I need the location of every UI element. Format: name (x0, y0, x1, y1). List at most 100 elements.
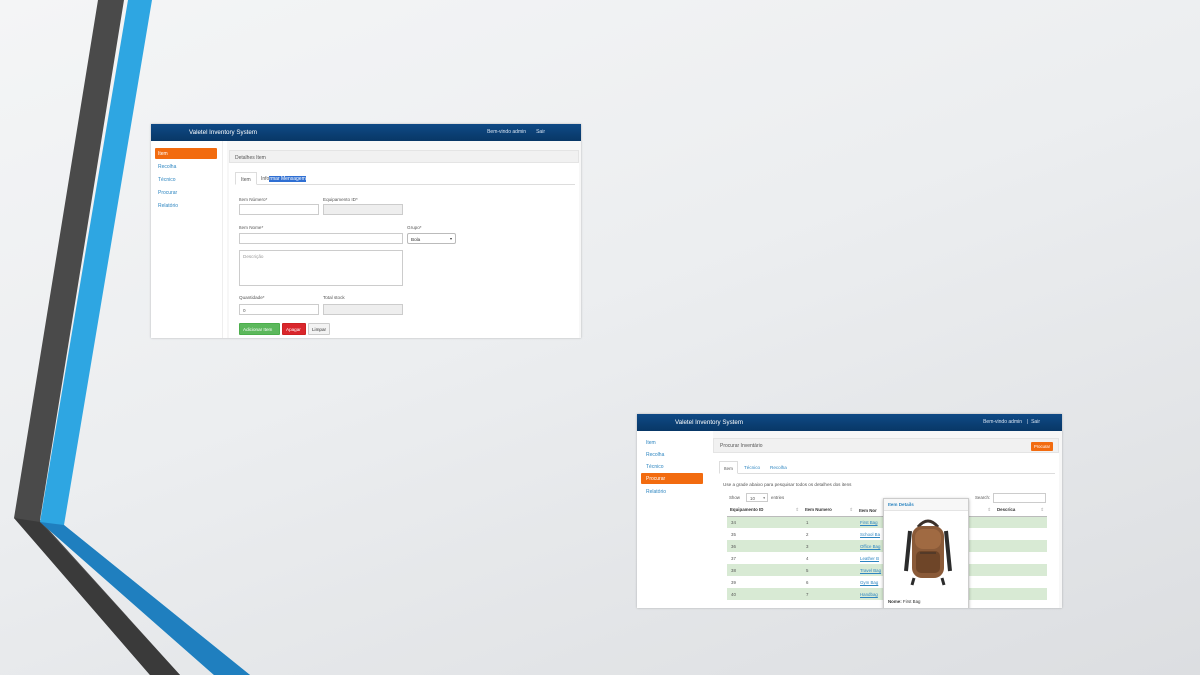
app-title: Valetel Inventory System (675, 419, 743, 426)
sidebar-item-recolha[interactable]: Recolha (155, 161, 217, 172)
total-stock-label: Total stock (323, 295, 345, 300)
item-details-popover: Item Details Nome: First Bag (883, 498, 969, 608)
clear-button[interactable]: Limpar (308, 323, 330, 335)
tab-message[interactable]: Informar Mensagem (256, 172, 311, 185)
sort-icon: ⇕ (987, 507, 991, 513)
cell-item-number: 2 (802, 528, 856, 540)
column-header-equipment-id[interactable]: Equipamento ID ⇕ (727, 505, 802, 517)
cell-item-number: 4 (802, 552, 856, 564)
cell-item-number: 6 (802, 576, 856, 588)
logout-link[interactable]: Sair (536, 129, 545, 135)
equipment-id-label: Equipamento ID* (323, 197, 358, 202)
dark-stripe-lower (14, 518, 180, 675)
popover-item-name: Nome: First Bag (888, 599, 920, 604)
panel-title: Procurar Inventário (720, 443, 763, 449)
column-header-item-number[interactable]: Item Numero ⇕ (802, 505, 856, 517)
popover-name-value: First Bag (902, 599, 921, 604)
cell-description (994, 552, 1047, 564)
cell-description (994, 588, 1047, 600)
item-name-label: Item Nome* (239, 225, 264, 230)
search-hint: Use a grade abaixo para pesquisar todos … (723, 482, 852, 487)
search-inventory-screenshot: Valetel Inventory System Bem-vindo admin… (637, 414, 1062, 608)
page-length-value: 10 (750, 496, 755, 501)
cell-equipment-id: 38 (727, 564, 802, 576)
item-name-input[interactable] (239, 233, 403, 244)
sidebar-item-tecnico[interactable]: Técnico (155, 174, 217, 185)
cell-equipment-id: 35 (727, 528, 802, 540)
navbar-separator: | (1026, 419, 1028, 425)
sidebar-item-tecnico[interactable]: Técnico (641, 461, 703, 472)
tab-message-selected-text: rmar Mensagem (269, 176, 306, 182)
entries-label: entries (771, 495, 785, 500)
tab-item[interactable]: Item (235, 172, 257, 185)
cell-description (994, 564, 1047, 576)
cell-item-number: 1 (802, 516, 856, 528)
main-content: Detalhes Item Item Informar Mensagem Ite… (227, 141, 581, 338)
description-textarea[interactable]: Descrição (239, 250, 403, 286)
tab-item[interactable]: Item (719, 461, 738, 474)
cell-item-number: 3 (802, 540, 856, 552)
chevron-down-icon: ▾ (449, 236, 452, 241)
popover-name-key: Nome: (888, 599, 902, 604)
group-label: Grupo* (407, 225, 422, 230)
sidebar-item-relatorio[interactable]: Relatório (155, 200, 217, 211)
sort-icon: ⇕ (1040, 507, 1044, 513)
cell-equipment-id: 36 (727, 540, 802, 552)
item-number-label: Item Número* (239, 197, 268, 202)
column-header-label: Equipamento ID (730, 507, 764, 513)
sidebar-item-procurar[interactable]: Procurar (641, 473, 703, 484)
sidebar: Item Recolha Técnico Procurar Relatório (637, 431, 709, 608)
quantity-label: Quantidade* (239, 295, 265, 300)
quantity-input[interactable]: 0 (239, 304, 319, 315)
show-label: Show (729, 495, 740, 500)
equipment-id-input[interactable] (323, 204, 403, 215)
tab-bar: Item Informar Mensagem (235, 172, 575, 185)
column-header-label: Descrica (997, 507, 1016, 513)
top-navbar: Valetel Inventory System Bem-vindo admin… (637, 414, 1062, 431)
total-stock-input[interactable] (323, 304, 403, 315)
cell-description (994, 528, 1047, 540)
cell-equipment-id: 39 (727, 576, 802, 588)
cell-item-number: 7 (802, 588, 856, 600)
table-search-label: Search: (975, 495, 991, 500)
column-header-label: Item Numero (805, 507, 832, 513)
column-header-description[interactable]: Descrica ⇕ (994, 505, 1047, 517)
popover-title: Item Details (884, 499, 968, 511)
sidebar-item-recolha[interactable]: Recolha (641, 449, 703, 460)
cell-description (994, 516, 1047, 528)
logout-link[interactable]: Sair (1031, 419, 1040, 425)
table-search-input[interactable] (993, 493, 1046, 503)
chevron-down-icon: ▾ (763, 496, 765, 500)
backpack-image (904, 519, 952, 586)
sidebar-item-relatorio[interactable]: Relatório (641, 486, 703, 497)
sort-icon: ⇕ (795, 507, 799, 513)
cell-equipment-id: 40 (727, 588, 802, 600)
search-button[interactable]: Procurar (1031, 442, 1053, 451)
cell-item-number: 5 (802, 564, 856, 576)
welcome-text: Bem-vindo admin (487, 129, 526, 135)
column-header-label: Item Nor (859, 507, 877, 513)
app-title: Valetel Inventory System (189, 129, 257, 136)
tab-bar: Item Técnico Recolha (719, 461, 1055, 474)
group-select-value: Bola (411, 237, 421, 242)
welcome-text: Bem-vindo admin (983, 419, 1022, 425)
add-item-button[interactable]: Adicionar Item (239, 323, 280, 335)
delete-button[interactable]: Apagar (282, 323, 306, 335)
sidebar-item-procurar[interactable]: Procurar (155, 187, 217, 198)
cell-description (994, 540, 1047, 552)
panel-body: Item Informar Mensagem Item Número* Equi… (229, 163, 579, 338)
sort-icon: ⇕ (849, 507, 853, 513)
tab-tecnico[interactable]: Técnico (740, 461, 764, 474)
cell-equipment-id: 37 (727, 552, 802, 564)
top-navbar: Valetel Inventory System Bem-vindo admin… (151, 124, 581, 141)
item-number-input[interactable] (239, 204, 319, 215)
panel-header: Procurar Inventário Procurar (713, 438, 1059, 453)
group-select[interactable]: Bola ▾ (407, 233, 456, 244)
tab-recolha[interactable]: Recolha (766, 461, 791, 474)
cell-description (994, 576, 1047, 588)
sidebar-item-item[interactable]: Item (155, 148, 217, 159)
sidebar-item-item[interactable]: Item (641, 437, 703, 448)
page-length-select[interactable]: 10 ▾ (746, 493, 768, 502)
panel-title: Detalhes Item (229, 150, 579, 163)
cell-equipment-id: 34 (727, 516, 802, 528)
